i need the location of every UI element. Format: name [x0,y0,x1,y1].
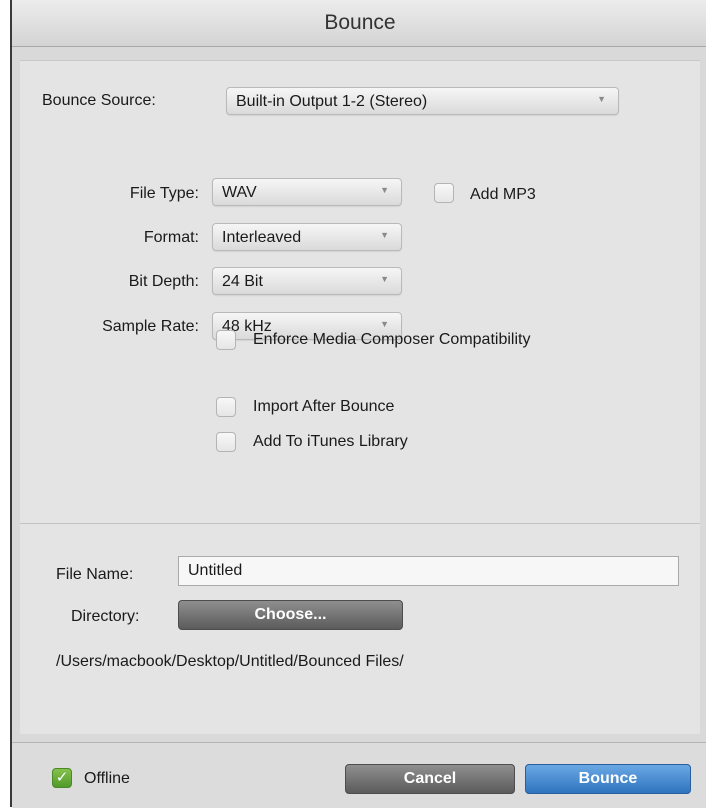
add-mp3-label: Add MP3 [470,186,536,203]
chevron-down-icon: ▼ [380,319,389,329]
format-section: File Type: WAV ▼ Add MP3 Format: Interle… [20,149,700,524]
bounce-button[interactable]: Bounce [525,764,691,794]
file-section: File Name: Untitled Directory: Choose...… [20,524,700,734]
sample-rate-label: Sample Rate: [102,318,199,335]
checkmark-icon: ✓ [55,769,69,786]
choose-directory-button[interactable]: Choose... [178,600,403,630]
enforce-media-composer-label: Enforce Media Composer Compatibility [253,331,531,348]
format-label: Format: [143,229,199,246]
offline-checkbox[interactable]: ✓ [52,768,72,788]
directory-path: /Users/macbook/Desktop/Untitled/Bounced … [56,653,404,670]
directory-label: Directory: [71,608,140,625]
bit-depth-value: 24 Bit [222,273,263,290]
bit-depth-label: Bit Depth: [128,273,199,290]
window-titlebar[interactable]: Bounce [12,0,706,47]
import-after-bounce-label: Import After Bounce [253,398,395,415]
file-type-label: File Type: [129,185,199,202]
format-dropdown[interactable]: Interleaved ▼ [212,223,402,251]
source-section: Bounce Source: Built-in Output 1-2 (Ster… [20,60,700,150]
file-name-label: File Name: [56,566,134,583]
chevron-down-icon: ▼ [380,185,389,195]
bounce-source-dropdown[interactable]: Built-in Output 1-2 (Stereo) ▼ [226,87,619,115]
chevron-down-icon: ▼ [597,94,606,104]
add-to-itunes-checkbox[interactable] [216,432,236,452]
chevron-down-icon: ▼ [380,230,389,240]
file-type-value: WAV [222,184,257,201]
enforce-media-composer-checkbox[interactable] [216,330,236,350]
add-to-itunes-label: Add To iTunes Library [253,433,408,450]
bounce-source-label: Bounce Source: [42,92,156,109]
file-name-value: Untitled [188,562,243,579]
dialog-footer: ✓ Offline Cancel Bounce [12,742,706,808]
file-name-input[interactable]: Untitled [178,556,679,586]
format-value: Interleaved [222,229,302,246]
chevron-down-icon: ▼ [380,274,389,284]
offline-label: Offline [84,770,130,787]
bit-depth-dropdown[interactable]: 24 Bit ▼ [212,267,402,295]
window-title: Bounce [324,11,396,34]
add-mp3-checkbox[interactable] [434,183,454,203]
file-type-dropdown[interactable]: WAV ▼ [212,178,402,206]
import-after-bounce-checkbox[interactable] [216,397,236,417]
cancel-button[interactable]: Cancel [345,764,515,794]
bounce-dialog: Bounce Bounce Source: Built-in Output 1-… [10,0,706,808]
bounce-source-value: Built-in Output 1-2 (Stereo) [236,93,428,110]
